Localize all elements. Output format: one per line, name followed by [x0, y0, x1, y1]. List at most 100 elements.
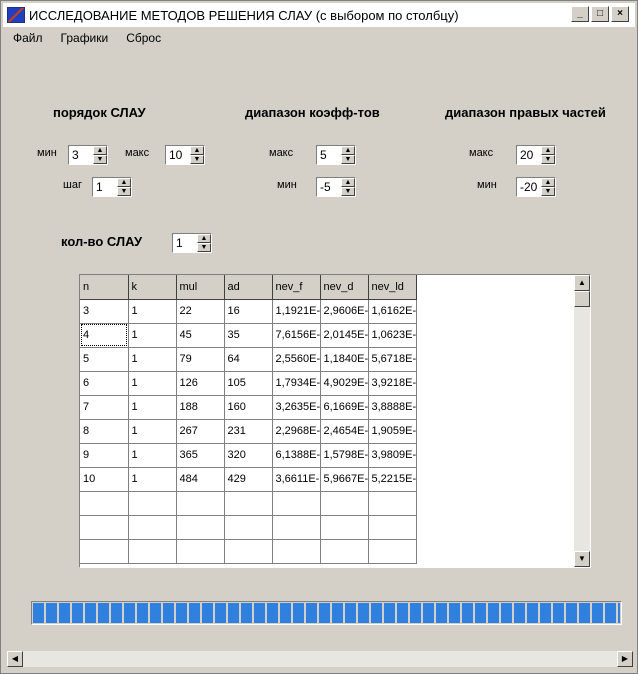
coef-min-spinner[interactable]: -5 ▲ ▼: [316, 177, 356, 197]
results-grid[interactable]: nkmuladnev_fnev_dnev_ld 3122161,1921E-72…: [79, 274, 591, 568]
table-cell[interactable]: 1,1921E-7: [272, 299, 321, 324]
table-cell[interactable]: 1,9059E-1: [368, 419, 417, 444]
table-cell[interactable]: 4,9029E-1: [320, 371, 369, 396]
table-cell[interactable]: 105: [224, 371, 273, 396]
table-cell[interactable]: 1,0623E-1: [368, 323, 417, 348]
table-cell[interactable]: [368, 491, 417, 516]
order-min-value[interactable]: 3: [69, 146, 93, 164]
table-cell[interactable]: 2,4654E-1: [320, 419, 369, 444]
table-cell[interactable]: 1: [128, 299, 177, 324]
table-cell[interactable]: 3,9218E-1: [368, 371, 417, 396]
spin-down-icon[interactable]: ▼: [190, 155, 204, 164]
table-cell[interactable]: [80, 491, 129, 516]
spin-down-icon[interactable]: ▼: [117, 187, 131, 196]
column-header-nev-d[interactable]: nev_d: [320, 275, 369, 300]
table-cell[interactable]: [80, 539, 129, 564]
column-header-ad[interactable]: ad: [224, 275, 273, 300]
table-cell[interactable]: 3,9809E-1: [368, 443, 417, 468]
menu-charts[interactable]: Графики: [51, 31, 117, 45]
table-cell[interactable]: 6,1388E-6: [272, 443, 321, 468]
spin-down-icon[interactable]: ▼: [93, 155, 107, 164]
order-min-spinner[interactable]: 3 ▲ ▼: [68, 145, 108, 165]
coef-max-spinner[interactable]: 5 ▲ ▼: [316, 145, 356, 165]
column-header-n[interactable]: n: [80, 275, 129, 300]
table-cell[interactable]: 8: [80, 419, 129, 444]
rhs-min-spinner[interactable]: -20 ▲ ▼: [516, 177, 556, 197]
table-cell[interactable]: 10: [80, 467, 129, 492]
column-header-nev-ld[interactable]: nev_ld: [368, 275, 417, 300]
table-row[interactable]: 5179642,5560E-81,1840E-15,6718E-1: [80, 347, 417, 372]
rhs-max-value[interactable]: 20: [517, 146, 541, 164]
table-cell[interactable]: 5,9667E-1: [320, 467, 369, 492]
table-cell[interactable]: 1: [128, 467, 177, 492]
count-spinner[interactable]: 1 ▲ ▼: [172, 233, 212, 253]
table-cell[interactable]: 1: [128, 419, 177, 444]
menu-file[interactable]: Файл: [3, 31, 51, 45]
table-row[interactable]: 812672312,2968E-82,4654E-11,9059E-1: [80, 419, 417, 444]
table-row-empty[interactable]: [80, 539, 417, 564]
table-cell[interactable]: [272, 515, 321, 540]
table-cell[interactable]: 2,0145E-1: [320, 323, 369, 348]
table-row[interactable]: 3122161,1921E-72,9606E-11,6162E-1: [80, 299, 417, 324]
table-cell[interactable]: 35: [224, 323, 273, 348]
table-cell[interactable]: 1: [128, 443, 177, 468]
table-cell[interactable]: 22: [176, 299, 225, 324]
scroll-down-icon[interactable]: ▼: [574, 551, 590, 567]
table-cell[interactable]: [128, 539, 177, 564]
table-cell[interactable]: 1,7934E-8: [272, 371, 321, 396]
spin-up-icon[interactable]: ▲: [190, 146, 204, 155]
table-cell[interactable]: 2,5560E-8: [272, 347, 321, 372]
table-cell[interactable]: 1,6162E-1: [368, 299, 417, 324]
table-cell[interactable]: 188: [176, 395, 225, 420]
coef-min-value[interactable]: -5: [317, 178, 341, 196]
table-cell[interactable]: [176, 491, 225, 516]
table-cell[interactable]: 3,2635E-8: [272, 395, 321, 420]
table-cell[interactable]: [272, 539, 321, 564]
scroll-left-icon[interactable]: ◀: [7, 651, 23, 667]
vertical-scrollbar[interactable]: ▲ ▼: [574, 275, 590, 567]
table-cell[interactable]: 9: [80, 443, 129, 468]
table-cell[interactable]: 160: [224, 395, 273, 420]
table-cell[interactable]: 45: [176, 323, 225, 348]
table-cell[interactable]: 5,2215E-1: [368, 467, 417, 492]
table-cell[interactable]: [176, 539, 225, 564]
table-cell[interactable]: [224, 539, 273, 564]
table-cell[interactable]: [224, 491, 273, 516]
table-cell[interactable]: [224, 515, 273, 540]
spin-down-icon[interactable]: ▼: [197, 243, 211, 252]
table-cell[interactable]: 64: [224, 347, 273, 372]
column-header-mul[interactable]: mul: [176, 275, 225, 300]
menu-reset[interactable]: Сброс: [116, 31, 169, 45]
table-cell[interactable]: 1: [128, 347, 177, 372]
table-cell[interactable]: [128, 515, 177, 540]
table-cell[interactable]: [272, 491, 321, 516]
minimize-button[interactable]: _: [571, 6, 589, 22]
table-cell[interactable]: 126: [176, 371, 225, 396]
table-row[interactable]: 611261051,7934E-84,9029E-13,9218E-1: [80, 371, 417, 396]
spin-up-icon[interactable]: ▲: [117, 178, 131, 187]
spin-down-icon[interactable]: ▼: [541, 187, 555, 196]
order-step-value[interactable]: 1: [93, 178, 117, 196]
table-row[interactable]: 711881603,2635E-86,1669E-13,8888E-1: [80, 395, 417, 420]
table-cell[interactable]: [320, 491, 369, 516]
table-row[interactable]: 4145357,6156E-72,0145E-11,0623E-1: [80, 323, 417, 348]
table-cell[interactable]: 6: [80, 371, 129, 396]
spin-up-icon[interactable]: ▲: [93, 146, 107, 155]
spin-up-icon[interactable]: ▲: [197, 234, 211, 243]
table-row[interactable]: 913653206,1388E-61,5798E-13,9809E-1: [80, 443, 417, 468]
spin-up-icon[interactable]: ▲: [541, 146, 555, 155]
table-cell[interactable]: 2,2968E-8: [272, 419, 321, 444]
table-cell[interactable]: 365: [176, 443, 225, 468]
column-header-k[interactable]: k: [128, 275, 177, 300]
table-cell[interactable]: 1,5798E-1: [320, 443, 369, 468]
table-cell[interactable]: 484: [176, 467, 225, 492]
count-value[interactable]: 1: [173, 234, 197, 252]
table-cell[interactable]: 2,9606E-1: [320, 299, 369, 324]
table-cell[interactable]: 4: [80, 323, 129, 348]
table-cell[interactable]: 7,6156E-7: [272, 323, 321, 348]
spin-down-icon[interactable]: ▼: [341, 155, 355, 164]
table-cell[interactable]: 320: [224, 443, 273, 468]
spin-down-icon[interactable]: ▼: [341, 187, 355, 196]
column-header-nev-f[interactable]: nev_f: [272, 275, 321, 300]
order-max-spinner[interactable]: 10 ▲ ▼: [165, 145, 205, 165]
